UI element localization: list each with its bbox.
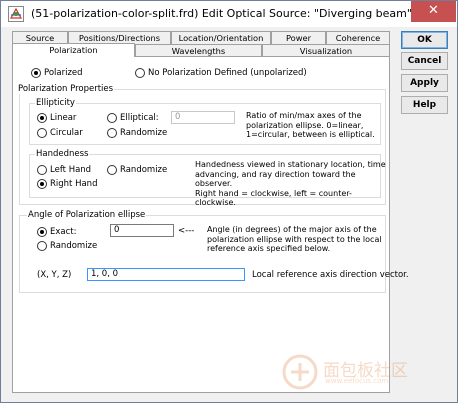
watermark-logo: 面包板社区 www.eefocus.com — [281, 353, 426, 393]
handedness-randomize-radio[interactable] — [107, 165, 117, 175]
ellipticity-description: Ratio of min/max axes of the polarizatio… — [246, 111, 375, 140]
polarized-label[interactable]: Polarized — [44, 68, 83, 78]
watermark-icon — [282, 354, 318, 390]
close-button[interactable]: ✕ — [411, 1, 456, 22]
ellipticity-value-field[interactable]: 0 — [171, 111, 235, 124]
angle-value-field[interactable]: 0 — [110, 224, 174, 237]
tab-location-orientation[interactable]: Location/Orientation — [171, 31, 271, 44]
angle-randomize-radio[interactable] — [37, 241, 47, 251]
apply-button[interactable]: Apply — [401, 74, 448, 92]
elliptical-radio[interactable] — [107, 113, 117, 123]
handedness-randomize-label[interactable]: Randomize — [120, 165, 167, 175]
angle-arrow: <--- — [178, 226, 195, 236]
help-button[interactable]: Help — [401, 96, 448, 114]
elliptical-label[interactable]: Elliptical: — [120, 113, 159, 123]
tab-polarization[interactable]: Polarization — [12, 43, 135, 57]
ellipticity-randomize-label[interactable]: Randomize — [120, 128, 167, 138]
left-hand-radio[interactable] — [37, 165, 47, 175]
right-hand-radio[interactable] — [37, 179, 47, 189]
title-bar[interactable]: (51-polarization-color-split.frd) Edit O… — [1, 1, 457, 27]
circular-label[interactable]: Circular — [50, 128, 83, 138]
angle-exact-label[interactable]: Exact: — [50, 227, 76, 237]
xyz-label: (X, Y, Z) — [37, 270, 72, 280]
close-icon: ✕ — [428, 3, 439, 18]
tab-coherence[interactable]: Coherence — [326, 31, 390, 44]
angle-exact-radio[interactable] — [37, 227, 47, 237]
window-title: (51-polarization-color-split.frd) Edit O… — [31, 7, 412, 20]
linear-label[interactable]: Linear — [50, 113, 76, 123]
ellipticity-randomize-radio[interactable] — [107, 128, 117, 138]
reference-axis-field[interactable]: 1, 0, 0 — [87, 268, 245, 281]
angle-description: Angle (in degrees) of the major axis of … — [207, 225, 382, 254]
ok-button[interactable]: OK — [401, 31, 448, 49]
polarization-properties-label: Polarization Properties — [17, 84, 115, 94]
right-hand-label[interactable]: Right Hand — [50, 179, 97, 189]
angle-randomize-label[interactable]: Randomize — [50, 241, 97, 251]
polarization-panel: Polarized No Polarization Defined (unpol… — [12, 56, 409, 393]
angle-label: Angle of Polarization ellipse — [27, 210, 147, 220]
watermark-url: www.eefocus.com — [325, 377, 389, 385]
left-hand-label[interactable]: Left Hand — [50, 165, 91, 175]
circular-radio[interactable] — [37, 128, 47, 138]
handedness-label: Handedness — [35, 149, 90, 159]
tab-power[interactable]: Power — [271, 31, 326, 44]
cancel-button[interactable]: Cancel — [401, 52, 448, 70]
handedness-description: Handedness viewed in stationary location… — [195, 160, 386, 208]
dialog-window: (51-polarization-color-split.frd) Edit O… — [0, 0, 458, 403]
linear-radio[interactable] — [37, 113, 47, 123]
ellipticity-label: Ellipticity — [35, 98, 76, 108]
app-icon — [8, 6, 24, 22]
unpolarized-radio[interactable] — [135, 68, 145, 78]
reference-axis-description: Local reference axis direction vector. — [252, 270, 409, 280]
unpolarized-label[interactable]: No Polarization Defined (unpolarized) — [148, 68, 307, 78]
polarized-radio[interactable] — [31, 68, 41, 78]
